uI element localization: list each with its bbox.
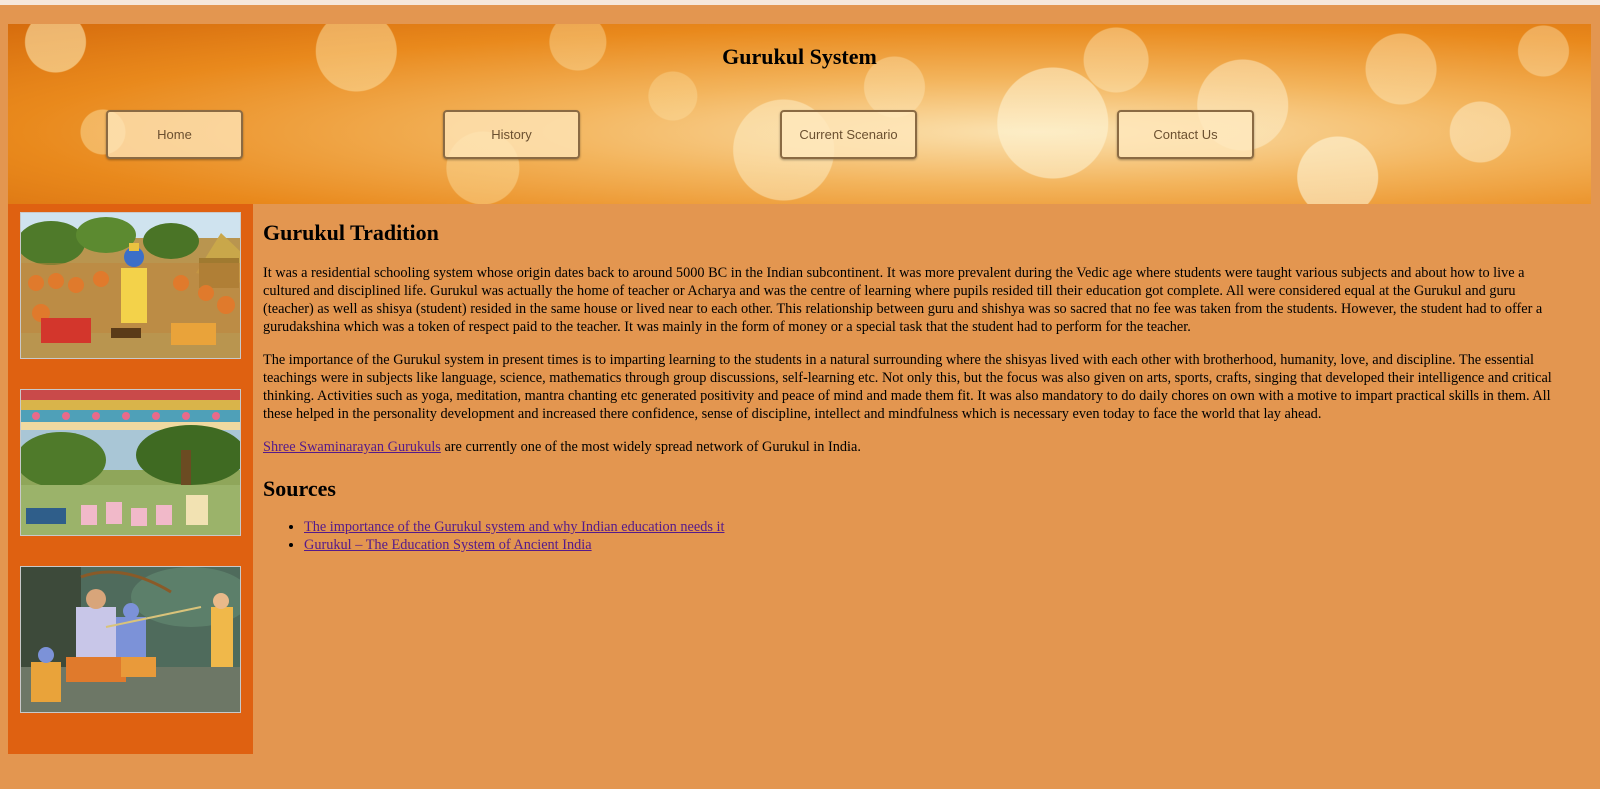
- list-item: Gurukul – The Education System of Ancien…: [304, 536, 1553, 554]
- source-link-gurukul-importance[interactable]: The importance of the Gurukul system and…: [304, 519, 724, 535]
- top-strip: [0, 0, 1600, 5]
- nav-current-scenario-button[interactable]: Current Scenario: [780, 110, 917, 159]
- source-link-education-system[interactable]: Gurukul – The Education System of Ancien…: [304, 537, 592, 553]
- sidebar: [8, 204, 253, 754]
- site-title: Gurukul System: [722, 44, 877, 69]
- importance-paragraph: The importance of the Gurukul system in …: [263, 352, 1552, 422]
- list-item: The importance of the Gurukul system and…: [304, 518, 1553, 536]
- network-paragraph-text: are currently one of the most widely spr…: [440, 439, 861, 455]
- sources-list: The importance of the Gurukul system and…: [263, 518, 1553, 554]
- intro-paragraph: It was a residential schooling system wh…: [263, 265, 1543, 335]
- nav-history-button[interactable]: History: [443, 110, 580, 159]
- archery-lesson-painting-image: [20, 566, 241, 713]
- guru-teaching-disciples-image: [20, 212, 241, 359]
- main-content: Gurukul Tradition It was a residential s…: [263, 204, 1553, 554]
- site-header: Gurukul System Home History Current Scen…: [8, 24, 1591, 204]
- swaminarayan-gurukuls-link[interactable]: Shree Swaminarayan Gurukuls: [263, 439, 441, 455]
- sources-heading: Sources: [263, 476, 336, 501]
- main-heading: Gurukul Tradition: [263, 220, 439, 245]
- ashram-forest-painting-image: [20, 389, 241, 536]
- nav-contact-us-button[interactable]: Contact Us: [1117, 110, 1254, 159]
- nav-home-button[interactable]: Home: [106, 110, 243, 159]
- network-paragraph: Shree Swaminarayan Gurukuls are currentl…: [263, 438, 1553, 456]
